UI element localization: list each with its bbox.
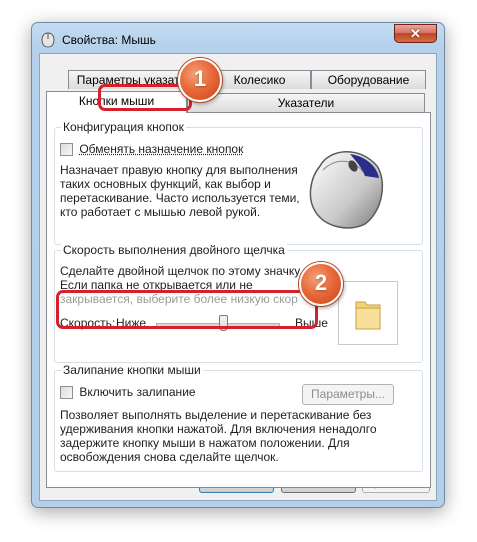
- mouse-illustration: [309, 151, 384, 229]
- button-config-description: Назначает правую кнопку для выполнения т…: [60, 163, 300, 219]
- highlight-speed-slider: [56, 290, 318, 329]
- click-lock-checkbox[interactable]: Включить залипание: [60, 385, 196, 400]
- title-bar[interactable]: Свойства: Мышь ✕: [32, 23, 444, 53]
- annotation-badge-2: 2: [299, 262, 343, 306]
- description-line: Сделайте двойной щелчок по этому значку.: [60, 264, 303, 278]
- mouse-properties-window: Свойства: Мышь ✕ Параметры указателя Кол…: [31, 22, 445, 508]
- mouse-icon: [41, 32, 55, 48]
- tab-wheel[interactable]: Колесико: [208, 70, 311, 89]
- test-folder-area[interactable]: [338, 281, 398, 345]
- close-icon: ✕: [410, 26, 421, 41]
- checkbox-label: Включить залипание: [79, 385, 196, 399]
- click-lock-settings-button[interactable]: Параметры...: [302, 384, 394, 405]
- description-line: таких основных функций, как выбор и: [60, 177, 271, 191]
- annotation-badge-1: 1: [178, 58, 222, 102]
- description-line: задержите кнопку мыши в нажатом положени…: [60, 436, 350, 450]
- close-button[interactable]: ✕: [394, 24, 437, 43]
- checkbox-box[interactable]: [60, 143, 73, 157]
- group-title: Залипание кнопки мыши: [61, 363, 203, 377]
- group-title: Скорость выполнения двойного щелчка: [61, 243, 287, 257]
- description-line: Позволяет выполнять выделение и перетаск…: [60, 408, 372, 422]
- click-lock-group: Залипание кнопки мыши Включить залипание…: [54, 363, 423, 472]
- tab-label: Оборудование: [327, 73, 410, 87]
- description-line: удерживания кнопки нажатой. Для включени…: [60, 422, 377, 436]
- description-line: освобождения снова сделайте щелчок.: [60, 450, 279, 464]
- tab-pointers[interactable]: Указатели: [187, 93, 425, 112]
- highlight-buttons-tab: [98, 84, 192, 111]
- checkbox-box[interactable]: [60, 386, 73, 400]
- description-line: кто работает с мышью левой рукой.: [60, 205, 261, 219]
- description-line: Назначает правую кнопку для выполнения: [60, 163, 298, 177]
- dialog-client-area: Параметры указателя Колесико Оборудовани…: [39, 53, 437, 501]
- window-title: Свойства: Мышь: [62, 33, 156, 47]
- tab-label: Указатели: [277, 96, 335, 110]
- group-title: Конфигурация кнопок: [61, 120, 186, 134]
- tab-label: Колесико: [233, 73, 286, 87]
- button-config-group: Конфигурация кнопок Обменять назначение …: [54, 120, 423, 245]
- click-lock-description: Позволяет выполнять выделение и перетаск…: [60, 408, 377, 464]
- checkbox-label: Обменять назначение кнопок: [79, 142, 244, 156]
- folder-icon: [355, 301, 381, 330]
- description-line: перетаскивание. Часто используется теми,: [60, 191, 300, 205]
- swap-buttons-checkbox[interactable]: Обменять назначение кнопок: [60, 142, 244, 157]
- tab-hardware[interactable]: Оборудование: [311, 70, 426, 89]
